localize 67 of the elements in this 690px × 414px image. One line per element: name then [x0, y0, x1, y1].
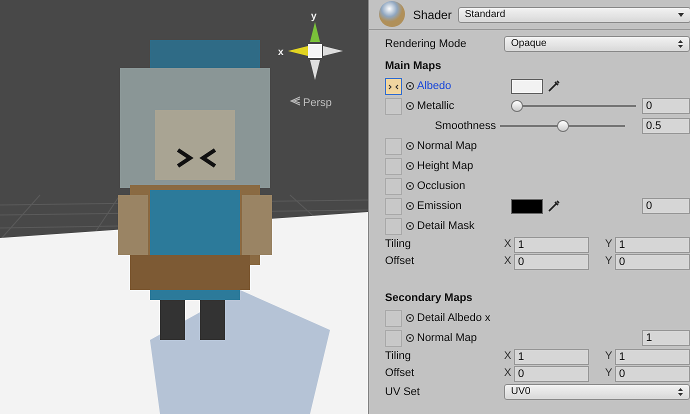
value-field[interactable]: 1 [514, 236, 589, 252]
value-field[interactable]: 1 [642, 330, 690, 346]
target-icon[interactable] [406, 202, 414, 210]
projection-label[interactable]: Persp [303, 97, 332, 109]
property-label: Tiling [385, 349, 412, 364]
property-label[interactable]: Albedo [417, 78, 511, 94]
axis-label: Y [605, 366, 614, 382]
value-field[interactable]: 0.5 [642, 118, 690, 134]
eyedropper-icon[interactable] [547, 79, 561, 93]
target-icon[interactable] [406, 222, 414, 230]
property-label: Rendering Mode [385, 36, 468, 52]
target-icon[interactable] [406, 82, 414, 90]
target-icon[interactable] [406, 182, 414, 190]
value-field[interactable]: 0 [514, 366, 589, 382]
dropdown[interactable]: UV0 [504, 384, 690, 400]
dropdown[interactable]: Opaque [504, 36, 690, 52]
value-field[interactable]: 0 [642, 98, 690, 114]
slider-thumb[interactable] [511, 100, 523, 112]
caret-icon[interactable] [678, 12, 684, 16]
value-field[interactable]: 0 [514, 254, 589, 270]
target-icon[interactable] [406, 102, 414, 110]
eyedropper-icon[interactable] [547, 199, 561, 213]
axis-label: Y [605, 254, 614, 270]
property-label: Tiling [385, 237, 412, 252]
axis-label: X [504, 349, 512, 364]
shader-label: Shader [413, 6, 452, 24]
target-icon[interactable] [406, 334, 414, 342]
axis-label: x [278, 47, 284, 58]
color-swatch[interactable] [511, 198, 543, 214]
axis-label: Y [605, 349, 614, 364]
up-down-arrows-icon[interactable] [678, 40, 683, 48]
value-field[interactable]: 0 [615, 366, 690, 382]
target-icon[interactable] [406, 162, 414, 170]
property-label[interactable]: Height Map [417, 158, 511, 174]
target-icon[interactable] [406, 314, 414, 322]
axis-label: X [504, 237, 512, 252]
axis-label: Y [605, 237, 614, 252]
chevron-icon [290, 96, 300, 106]
property-label[interactable]: Detail Mask [417, 218, 511, 234]
shader-dropdown[interactable]: Standard [458, 6, 690, 22]
section-title: Main Maps [385, 59, 442, 74]
axis-label: X [504, 254, 512, 270]
section-title: Secondary Maps [385, 291, 474, 306]
axis-label: y [311, 11, 317, 22]
value-field[interactable]: 1 [615, 348, 690, 364]
property-label: Offset [385, 366, 416, 382]
slider-thumb[interactable] [556, 120, 568, 132]
color-swatch[interactable] [511, 78, 543, 94]
property-label: Smoothness [434, 118, 497, 134]
material-sphere-icon [377, 0, 407, 30]
property-label[interactable]: Emission [417, 198, 511, 214]
property-label: UV Set [385, 384, 421, 400]
axis-label: X [504, 366, 512, 382]
property-label[interactable]: Normal Map [417, 138, 511, 154]
property-label[interactable]: Metallic [417, 98, 511, 114]
target-icon[interactable] [406, 142, 414, 150]
value-field[interactable]: 1 [615, 236, 690, 252]
value-field[interactable]: 0 [615, 254, 690, 270]
value-field[interactable]: 0 [642, 198, 690, 214]
texture-slot[interactable] [385, 78, 402, 94]
up-down-arrows-icon[interactable] [678, 388, 683, 396]
property-label: Offset [385, 254, 416, 270]
property-label[interactable]: Normal Map [417, 330, 511, 346]
scene-gizmo-drawing [288, 22, 343, 80]
property-label[interactable]: Occlusion [417, 178, 511, 194]
value-field[interactable]: 1 [514, 348, 589, 364]
property-label[interactable]: Detail Albedo x [417, 310, 511, 326]
